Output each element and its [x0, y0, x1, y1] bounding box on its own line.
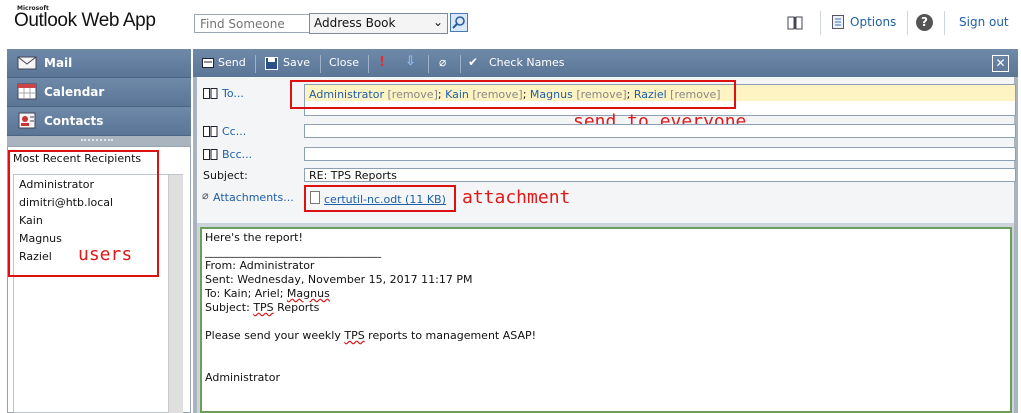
body-text: To: Kain; Ariel; [205, 287, 287, 300]
bcc-button[interactable]: Bcc... [222, 148, 252, 161]
paperclip-icon: ⌀ [202, 189, 209, 202]
close-icon[interactable]: ✕ [992, 55, 1009, 72]
cc-button[interactable]: Cc... [222, 125, 246, 138]
find-someone-input[interactable] [194, 14, 312, 33]
attach-paperclip-icon[interactable]: ⌀ [439, 55, 446, 69]
attachment-annotation-label: attachment [462, 187, 571, 208]
nav-mail-label: Mail [44, 56, 73, 70]
nav-calendar-label: Calendar [44, 85, 105, 99]
body-line: Please send your weekly TPS reports to m… [205, 329, 536, 342]
address-book-icon[interactable] [787, 16, 803, 30]
chevron-down-icon: ⌄ [432, 15, 443, 29]
toolbar-divider [460, 55, 461, 73]
mail-icon [17, 56, 37, 70]
body-text: reports to management ASAP! [364, 329, 537, 342]
app-logo: Outlook Web App [14, 10, 156, 31]
address-book-icon [203, 126, 218, 137]
options-link[interactable]: Options [850, 15, 896, 29]
nav-contacts-label: Contacts [44, 114, 104, 128]
body-text: Please send your weekly [205, 329, 345, 342]
subject-field[interactable]: RE: TPS Reports [304, 168, 1016, 182]
close-button[interactable]: Close [329, 56, 359, 69]
cc-field[interactable] [304, 124, 1016, 138]
address-book-icon [203, 88, 218, 99]
calendar-icon [17, 83, 37, 100]
attachment-annotation-box [304, 185, 456, 212]
toolbar-divider [320, 55, 321, 73]
resize-grip[interactable] [81, 139, 113, 144]
save-icon [265, 57, 278, 70]
header-divider [907, 11, 908, 35]
to-button[interactable]: To... [222, 87, 244, 100]
body-text-misspelled: TPS [344, 329, 365, 342]
save-button[interactable]: Save [283, 56, 310, 69]
low-importance-icon[interactable]: ⇩ [405, 54, 416, 69]
body-signature: Administrator [205, 371, 280, 384]
send-button[interactable]: Send [218, 56, 246, 69]
nav-contacts[interactable]: Contacts [7, 107, 191, 136]
toolbar-divider [428, 55, 429, 73]
search-icon [452, 16, 465, 29]
address-book-icon [203, 149, 218, 160]
body-text-misspelled: TPS [253, 301, 274, 314]
subject-label: Subject: [203, 169, 248, 182]
contacts-icon [18, 112, 36, 129]
users-annotation-label: users [78, 244, 133, 265]
body-text: Subject: [205, 301, 254, 314]
body-line: From: Administrator [205, 259, 315, 272]
body-line: To: Kain; Ariel; Magnus [205, 287, 330, 300]
body-line: Here's the report! [205, 231, 303, 244]
toolbar-divider [368, 55, 369, 73]
recent-recipients-scrollbar[interactable] [168, 175, 183, 413]
options-icon [832, 15, 844, 29]
bcc-field[interactable] [304, 147, 1016, 161]
address-book-select-value: Address Book [314, 16, 396, 30]
attachments-button[interactable]: Attachments... [213, 191, 294, 204]
sign-out-link[interactable]: Sign out [959, 15, 1009, 29]
address-book-select[interactable]: Address Book ⌄ [309, 13, 448, 34]
help-icon[interactable]: ? [916, 14, 933, 31]
body-separator: ________________________________ [205, 245, 381, 258]
check-names-button[interactable]: Check Names [489, 56, 565, 69]
body-text-misspelled: Magnus [286, 287, 330, 300]
send-icon [202, 58, 214, 68]
high-importance-icon[interactable]: ! [379, 55, 385, 70]
body-line: Subject: TPS Reports [205, 301, 319, 314]
toolbar-divider [255, 55, 256, 73]
nav-calendar[interactable]: Calendar [7, 78, 191, 107]
header-divider [944, 11, 945, 35]
body-line: Sent: Wednesday, November 15, 2017 11:17… [205, 273, 473, 286]
search-button[interactable] [450, 13, 468, 32]
nav-mail[interactable]: Mail [7, 49, 191, 78]
subject-value: RE: TPS Reports [309, 169, 397, 182]
compose-toolbar [193, 49, 1018, 77]
body-text: Reports [273, 301, 320, 314]
check-names-icon: ✔ [468, 55, 479, 69]
header-divider [820, 11, 821, 35]
send-to-everyone-annotation-box [290, 80, 736, 109]
